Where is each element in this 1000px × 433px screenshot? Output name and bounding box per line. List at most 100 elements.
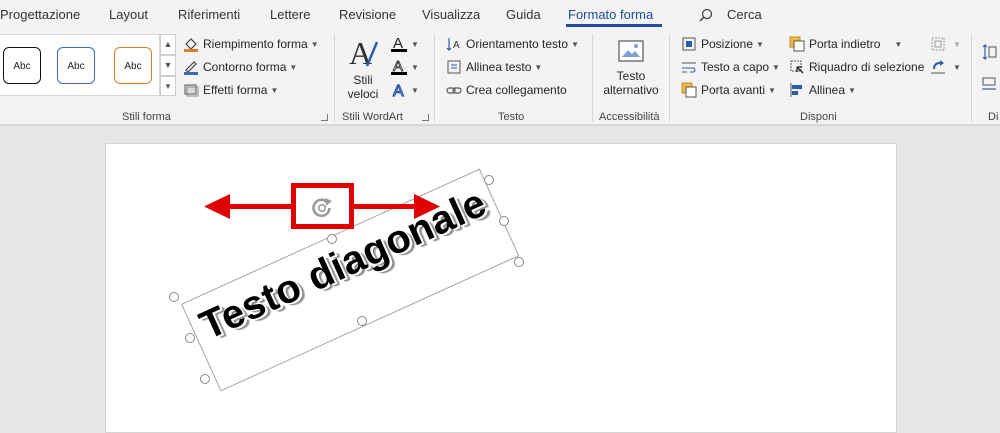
chevron-down-icon: ▼ bbox=[571, 39, 579, 49]
chevron-down-icon: ▼ bbox=[534, 62, 543, 72]
document-canvas bbox=[0, 126, 1000, 433]
tab-formato-forma[interactable]: Formato forma bbox=[568, 7, 653, 22]
chevron-down-icon: ▼ bbox=[756, 39, 764, 49]
height-icon bbox=[982, 44, 997, 60]
rotation-handle-icon[interactable] bbox=[310, 196, 334, 220]
wrap-text-button[interactable]: Testo a capo ▼ bbox=[681, 57, 780, 77]
width-icon bbox=[982, 77, 996, 90]
wrap-text-icon bbox=[682, 62, 696, 73]
selection-pane-icon bbox=[790, 60, 804, 74]
pen-outline-icon bbox=[184, 61, 198, 75]
shape-style-2[interactable]: Abc bbox=[57, 47, 95, 84]
bring-forward-icon bbox=[681, 82, 697, 98]
text-direction-icon: A bbox=[446, 38, 460, 51]
height-button[interactable] bbox=[981, 42, 1000, 62]
svg-text:A: A bbox=[393, 83, 404, 99]
text-effects-icon: A bbox=[392, 82, 404, 99]
annotation-arrow-left-line bbox=[226, 204, 293, 209]
resize-handle-middle-right[interactable] bbox=[499, 216, 509, 226]
search-label[interactable]: Cerca bbox=[727, 7, 762, 22]
group-separator bbox=[971, 34, 972, 122]
tab-guida[interactable]: Guida bbox=[506, 7, 541, 22]
svg-text:A: A bbox=[453, 40, 460, 51]
tab-revisione[interactable]: Revisione bbox=[339, 7, 396, 22]
paint-bucket-icon bbox=[184, 38, 198, 52]
chevron-down-icon: ▼ bbox=[768, 85, 776, 95]
group-separator bbox=[592, 34, 593, 122]
alt-text-button[interactable]: Testo alternativo bbox=[598, 38, 664, 97]
resize-handle-top-left[interactable] bbox=[169, 292, 179, 302]
align-text-icon bbox=[447, 60, 461, 74]
shape-style-3[interactable]: Abc bbox=[114, 47, 152, 84]
text-effects-button[interactable]: A ▼ bbox=[390, 80, 419, 100]
position-icon bbox=[682, 37, 696, 51]
ribbon: Abc Abc Abc ▲ ▼ ▾ Riempimento forma ▼ Con… bbox=[0, 30, 1000, 125]
align-text-button[interactable]: Allinea testo ▼ bbox=[446, 57, 542, 77]
shape-outline-button[interactable]: Contorno forma ▼ bbox=[183, 57, 297, 77]
chevron-down-icon: ▼ bbox=[953, 62, 961, 72]
annotation-arrow-left-icon bbox=[204, 194, 230, 219]
chevron-down-icon: ▼ bbox=[411, 85, 419, 95]
chevron-down-icon: ▼ bbox=[848, 85, 856, 95]
tab-riferimenti[interactable]: Riferimenti bbox=[178, 7, 240, 22]
rotate-icon bbox=[931, 60, 945, 74]
annotation-arrow-right-line bbox=[352, 204, 418, 209]
resize-handle-bottom-middle[interactable] bbox=[357, 316, 367, 326]
text-fill-button[interactable]: A ▼ bbox=[390, 34, 419, 54]
shape-effects-button[interactable]: Effetti forma ▼ bbox=[183, 80, 278, 100]
chevron-down-icon: ▼ bbox=[772, 62, 780, 72]
chevron-down-icon: ▼ bbox=[411, 62, 419, 72]
shape-effects-icon bbox=[184, 84, 199, 97]
tab-layout[interactable]: Layout bbox=[109, 7, 148, 22]
rotation-handle-highlight bbox=[291, 183, 354, 229]
group-label-wordart-styles: Stili WordArt bbox=[342, 111, 403, 123]
selection-pane-button[interactable]: Riquadro di selezione bbox=[789, 57, 924, 77]
dialog-launcher-icon[interactable] bbox=[422, 114, 429, 121]
tab-progettazione[interactable]: Progettazione bbox=[0, 7, 80, 22]
group-label-size-partial: Di bbox=[988, 111, 999, 123]
text-direction-button[interactable]: A Orientamento testo ▼ bbox=[446, 34, 579, 54]
tab-lettere[interactable]: Lettere bbox=[270, 7, 310, 22]
group-label-shape-styles: Stili forma bbox=[122, 111, 171, 123]
ribbon-tab-bar: Progettazione Layout Riferimenti Lettere… bbox=[0, 0, 1000, 30]
align-icon bbox=[790, 83, 802, 97]
align-button[interactable]: Allinea ▼ bbox=[789, 80, 856, 100]
resize-handle-top-right[interactable] bbox=[484, 175, 494, 185]
chevron-down-icon: ▼ bbox=[411, 39, 419, 49]
quick-styles-button[interactable]: A Stili veloci bbox=[340, 35, 386, 101]
group-separator bbox=[334, 34, 335, 122]
tab-visualizza[interactable]: Visualizza bbox=[422, 7, 480, 22]
gallery-scroll-down[interactable]: ▼ bbox=[160, 55, 176, 76]
width-button[interactable] bbox=[981, 74, 1000, 94]
active-tab-underline bbox=[566, 24, 662, 27]
link-icon bbox=[446, 87, 462, 94]
position-button[interactable]: Posizione ▼ bbox=[681, 34, 764, 54]
text-outline-icon: A bbox=[391, 58, 407, 75]
gallery-scroll-up[interactable]: ▲ bbox=[160, 34, 176, 55]
alt-text-icon bbox=[618, 40, 644, 62]
resize-handle-bottom-left[interactable] bbox=[200, 374, 210, 384]
text-outline-button[interactable]: A ▼ bbox=[390, 57, 419, 77]
alt-text-label: Testo alternativo bbox=[603, 69, 659, 97]
chevron-down-icon: ▼ bbox=[953, 39, 961, 49]
chevron-down-icon: ▼ bbox=[289, 62, 298, 72]
chevron-down-icon: ▼ bbox=[310, 39, 319, 49]
shape-styles-gallery: Abc Abc Abc bbox=[0, 34, 160, 96]
send-backward-button[interactable]: Porta indietro ▼ bbox=[789, 34, 902, 54]
create-link-button[interactable]: Crea collegamento bbox=[446, 80, 567, 100]
annotation-arrow-right-icon bbox=[414, 194, 440, 219]
group-objects-button[interactable]: ▼ bbox=[930, 34, 961, 54]
shape-fill-button[interactable]: Riempimento forma ▼ bbox=[183, 34, 319, 54]
search-icon[interactable] bbox=[699, 8, 713, 22]
shape-style-1[interactable]: Abc bbox=[3, 47, 41, 84]
bring-forward-button[interactable]: Porta avanti ▼ bbox=[681, 80, 776, 100]
gallery-more[interactable]: ▾ bbox=[160, 76, 176, 96]
dialog-launcher-icon[interactable] bbox=[321, 114, 328, 121]
wordart-a-icon: A bbox=[349, 35, 379, 71]
rotate-button[interactable]: ▼ bbox=[930, 57, 961, 77]
group-objects-icon bbox=[931, 37, 945, 51]
resize-handle-middle-left[interactable] bbox=[185, 333, 195, 343]
resize-handle-bottom-right[interactable] bbox=[514, 257, 524, 267]
resize-handle-top-middle[interactable] bbox=[327, 234, 337, 244]
group-label-accessibility: Accessibilità bbox=[599, 111, 660, 123]
